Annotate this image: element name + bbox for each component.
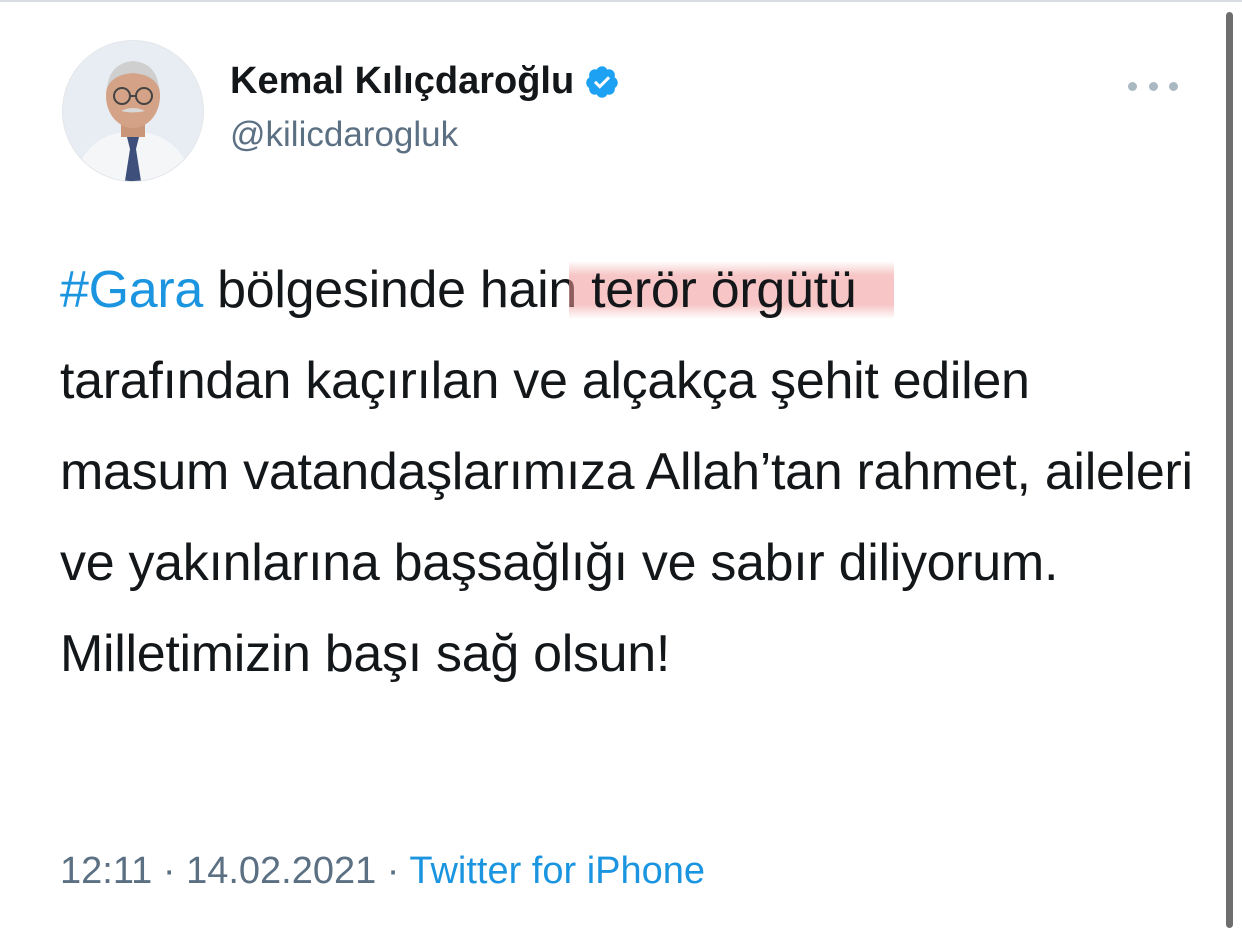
meta-separator: · (376, 850, 410, 892)
tweet-text-part: tarafından kaçırılan ve alçakça şehit ed… (60, 352, 1193, 683)
author-name[interactable]: Kemal Kılıçdaroğlu (230, 60, 620, 103)
more-dot (1148, 81, 1158, 91)
hashtag-link[interactable]: #Gara (60, 261, 203, 319)
more-dot (1169, 81, 1178, 91)
more-dot (1128, 81, 1137, 91)
tweet-page: Kemal Kılıçdaroğlu @kilicdarogluk #Gara … (0, 0, 1242, 928)
highlighted-text: terör örgütü (568, 261, 895, 319)
tweet-source-link[interactable]: Twitter for iPhone (409, 850, 705, 892)
author-name-text[interactable]: Kemal Kılıçdaroğlu (230, 60, 574, 103)
tweet-date[interactable]: 14.02.2021 (186, 850, 376, 892)
profile-photo-avatar (63, 41, 203, 181)
tweet-meta: 12:11 · 14.02.2021 · Twitter for iPhone (60, 850, 705, 893)
verified-badge-icon (586, 65, 618, 98)
scrollbar[interactable] (1226, 12, 1233, 928)
tweet-text-part: bölgesinde hain (203, 261, 577, 319)
top-divider (0, 0, 1242, 2)
avatar[interactable] (62, 40, 204, 182)
more-options-icon[interactable] (1128, 66, 1178, 106)
author-handle[interactable]: @kilicdarogluk (230, 115, 458, 155)
meta-separator: · (152, 850, 187, 892)
tweet-time[interactable]: 12:11 (60, 850, 152, 892)
tweet-text: #Gara bölgesinde hain terör örgütü taraf… (60, 245, 1210, 700)
